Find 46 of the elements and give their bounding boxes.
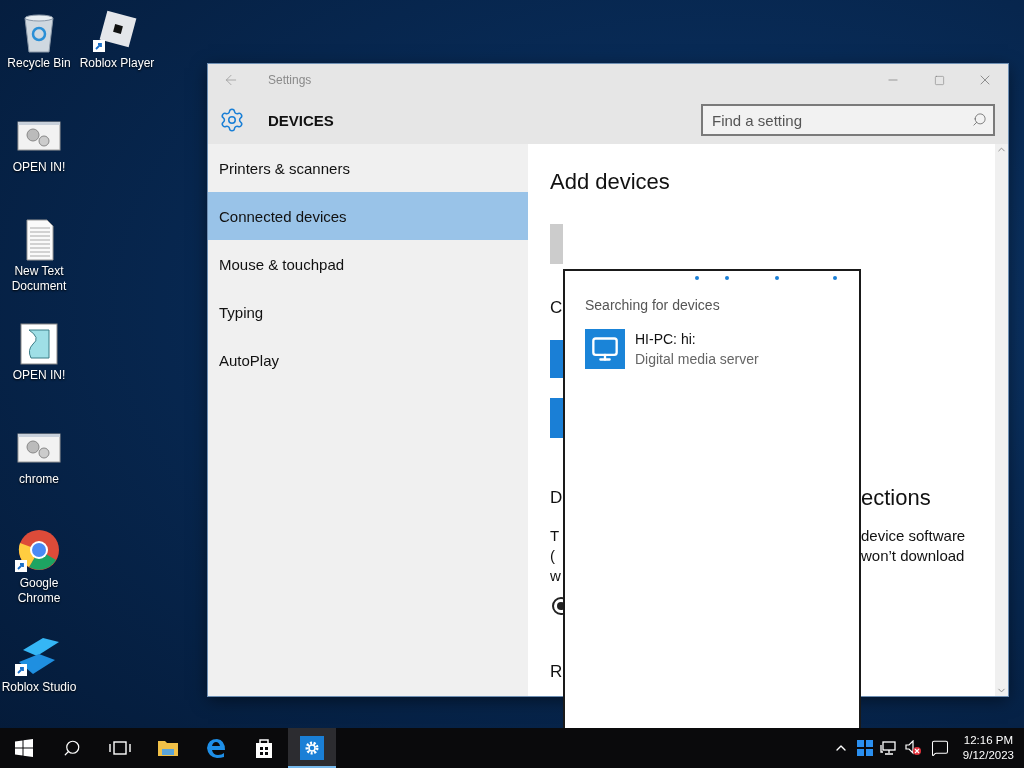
search-icon: [972, 112, 987, 127]
radio-button[interactable]: [550, 596, 563, 616]
button-fragment: [550, 398, 563, 438]
button-fragment: [550, 224, 563, 264]
settings-icon: [300, 736, 324, 760]
search-field[interactable]: Find a setting: [701, 104, 995, 136]
sidebar-item[interactable]: AutoPlay: [208, 336, 528, 384]
sidebar-item[interactable]: Connected devices: [208, 192, 528, 240]
device-type: Digital media server: [635, 350, 759, 369]
section-title: DEVICES: [268, 111, 335, 129]
section-heading: D: [550, 487, 563, 509]
search-icon: [63, 739, 81, 757]
paragraph-text: (: [550, 546, 556, 566]
desktop-icon-label[interactable]: Roblox Studio: [0, 680, 78, 695]
maximize-icon: [933, 74, 945, 86]
store-bag-icon: [254, 737, 274, 759]
section-heading: R: [550, 661, 563, 683]
device-name[interactable]: HI-PC: hi:: [635, 329, 759, 349]
paragraph-text: won’t download: [861, 546, 966, 566]
section-heading: C: [550, 297, 563, 319]
task-view-icon: [109, 740, 131, 756]
paragraph-text: device software: [861, 526, 967, 546]
desktop-icon-label[interactable]: OPEN IN!: [0, 368, 78, 383]
edge-icon: [205, 737, 227, 759]
desktop-icon-label[interactable]: Google Chrome: [0, 576, 78, 606]
desktop-icon-label[interactable]: Roblox Player: [78, 56, 156, 71]
sidebar-item[interactable]: Printers & scanners: [208, 144, 528, 192]
page-heading: Add devices: [550, 168, 670, 196]
desktop-icon-label[interactable]: Recycle Bin: [0, 56, 78, 71]
folder-icon: [157, 738, 179, 758]
taskbar-app-button[interactable]: [288, 728, 336, 768]
desktop-icon-label[interactable]: New Text Document: [0, 264, 78, 294]
desktop-icon-label[interactable]: chrome: [0, 472, 78, 487]
settings-icon: [219, 107, 245, 133]
button-fragment: [550, 340, 563, 378]
section-heading: ections: [861, 484, 931, 512]
paragraph-text: T: [550, 526, 561, 546]
monitor-icon: [585, 329, 625, 369]
windows-logo-icon: [15, 739, 33, 757]
desktop-icon-label[interactable]: OPEN IN!: [0, 160, 78, 175]
clock[interactable]: 12:16 PM 9/12/2023: [954, 733, 1024, 763]
sidebar-item[interactable]: Mouse & touchpad: [208, 240, 528, 288]
dialog-heading: Searching for devices: [585, 297, 721, 313]
sidebar-item[interactable]: Typing: [208, 288, 528, 336]
paragraph-text: w: [550, 566, 562, 586]
window-title: Settings: [268, 73, 312, 87]
